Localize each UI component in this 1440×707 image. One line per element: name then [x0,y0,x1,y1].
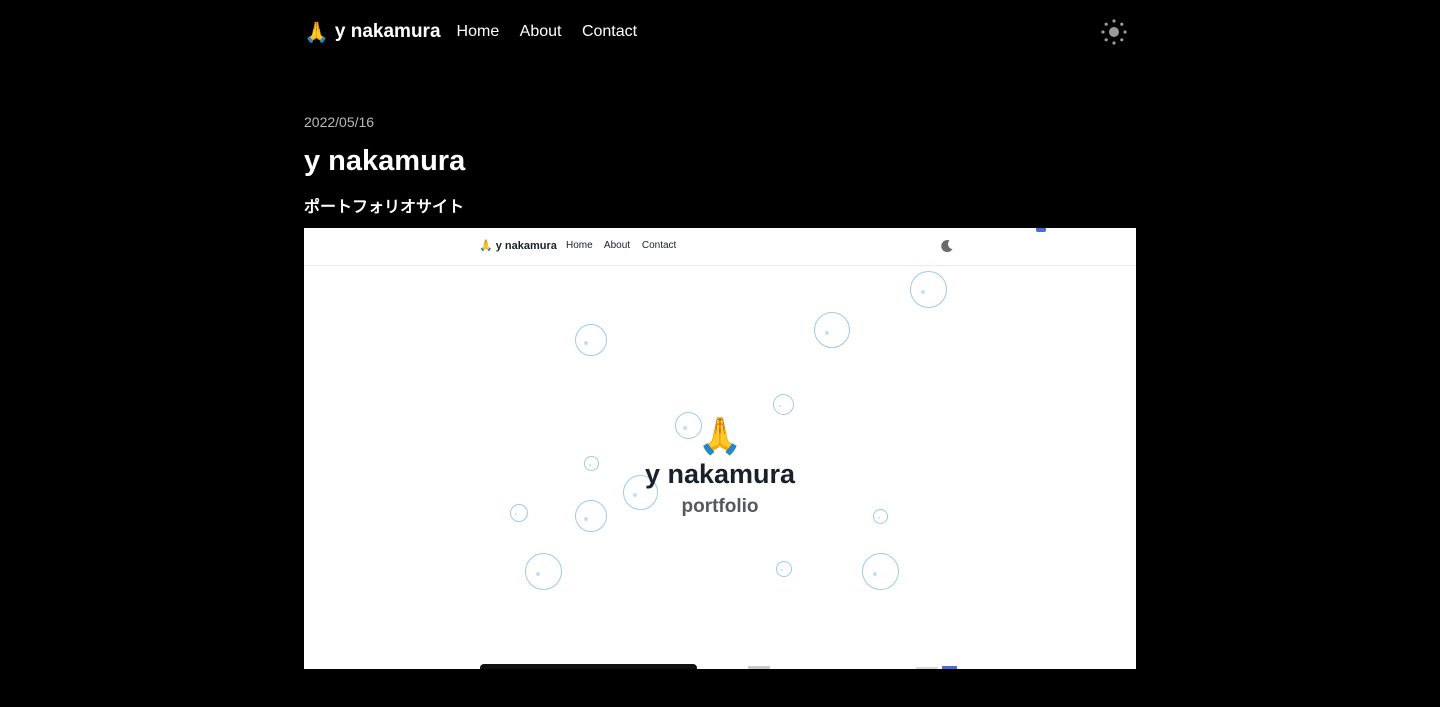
pray-emoji-icon: 🙏 [304,21,329,44]
screenshot-nav-home: Home [566,240,593,251]
hero-title: y nakamura [644,459,796,489]
screenshot-corner-icon [1036,228,1046,232]
screenshot-nav: Home About Contact [566,240,685,251]
bubble [525,553,562,590]
bubble [910,271,947,308]
main-nav: Home About Contact [457,23,654,41]
theme-toggle-button[interactable] [1098,16,1130,48]
post-title: y nakamura [304,145,466,177]
brand-link[interactable]: 🙏 y nakamura [304,20,441,45]
bubble [575,324,607,356]
brand-name: y nakamura [334,21,441,42]
nav-home-link[interactable]: Home [457,23,500,40]
site-header: 🙏 y nakamura Home About Contact [304,0,1136,64]
bubble [776,561,792,577]
screenshot-bottom-badge [942,666,957,669]
hero-pray-emoji-icon: 🙏 [697,415,743,456]
bubble [814,312,850,348]
screenshot-bottom-card [480,664,697,669]
bubble [862,553,899,590]
screenshot-header: 🙏 y nakamura Home About Contact [304,228,1136,266]
nav-about-link[interactable]: About [520,23,562,40]
post-subtitle: ポートフォリオサイト [304,199,465,216]
moon-icon [941,240,953,253]
screenshot-bottom-dots [916,667,938,669]
hero-subtitle: portfolio [681,496,759,517]
portfolio-screenshot-image: 🙏 y nakamura Home About Contact 🙏 y naka… [304,228,1136,669]
post-date: 2022/05/16 [304,114,375,130]
nav-contact-link[interactable]: Contact [582,23,637,40]
bubble [773,394,794,415]
screenshot-nav-about: About [603,240,631,251]
screenshot-brand: 🙏 y nakamura [479,240,557,252]
screenshot-bottom-text [748,666,770,669]
sun-icon [1101,19,1127,45]
screenshot-nav-contact: Contact [641,240,677,251]
